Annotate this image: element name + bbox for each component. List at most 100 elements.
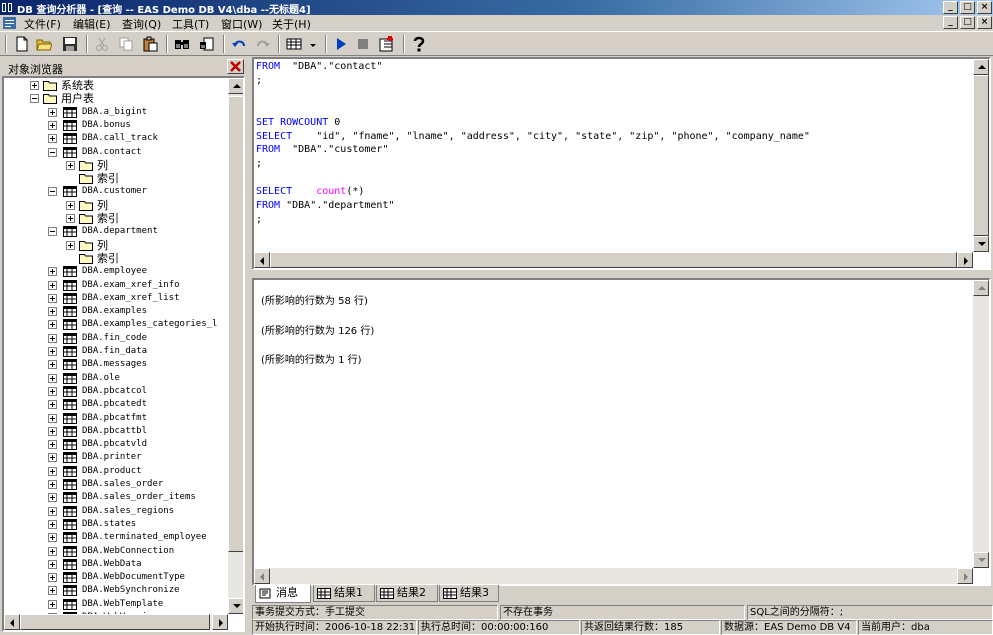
maximize-button[interactable]: □ bbox=[960, 1, 975, 14]
run-button[interactable] bbox=[331, 35, 351, 53]
copy-button[interactable] bbox=[116, 35, 136, 53]
expand-icon[interactable] bbox=[48, 320, 57, 330]
expand-icon[interactable] bbox=[48, 533, 57, 543]
redo-button[interactable] bbox=[253, 35, 273, 53]
expand-icon[interactable] bbox=[30, 81, 39, 90]
expand-icon[interactable] bbox=[48, 546, 57, 556]
child-minimize-button[interactable]: _ bbox=[943, 16, 958, 29]
editor-vertical-scrollbar[interactable] bbox=[973, 59, 989, 252]
menu-query[interactable]: 查询(Q) bbox=[122, 16, 161, 32]
find-button[interactable] bbox=[172, 35, 192, 53]
expand-icon[interactable] bbox=[66, 240, 75, 250]
scroll-thumb[interactable] bbox=[228, 96, 243, 552]
tab-result2[interactable]: 结果2 bbox=[376, 585, 438, 602]
expand-icon[interactable] bbox=[48, 586, 57, 596]
editor-horizontal-scrollbar[interactable] bbox=[254, 252, 973, 268]
scroll-right-button[interactable] bbox=[212, 614, 228, 630]
menu-bar: 文件(F) 编辑(E) 查询(Q) 工具(T) 窗口(W) 关于(H) _ □ … bbox=[0, 15, 993, 31]
expand-icon[interactable] bbox=[66, 200, 75, 210]
expand-icon[interactable] bbox=[48, 373, 57, 383]
expand-icon[interactable] bbox=[48, 480, 57, 489]
collapse-icon[interactable] bbox=[48, 227, 57, 237]
messages-horizontal-scrollbar[interactable] bbox=[254, 568, 973, 584]
tab-messages[interactable]: 消息 bbox=[255, 585, 311, 603]
save-button[interactable] bbox=[60, 35, 80, 53]
expand-icon[interactable] bbox=[48, 293, 57, 303]
expand-icon[interactable] bbox=[48, 120, 57, 130]
expand-icon[interactable] bbox=[48, 386, 57, 396]
stop-button[interactable] bbox=[353, 35, 373, 53]
new-button[interactable] bbox=[12, 35, 32, 53]
tree-horizontal-scrollbar[interactable] bbox=[4, 614, 228, 630]
scroll-down-button[interactable] bbox=[973, 552, 989, 568]
code-line: ; bbox=[256, 213, 262, 227]
expand-icon[interactable] bbox=[48, 599, 57, 609]
expand-icon[interactable] bbox=[48, 267, 57, 277]
results-grid-dropdown[interactable] bbox=[284, 35, 320, 53]
menu-window[interactable]: 窗口(W) bbox=[221, 16, 262, 32]
messages-pane[interactable]: (所影响的行数为 58 行) (所影响的行数为 126 行) (所影响的行数为 … bbox=[252, 278, 991, 586]
scroll-left-button[interactable] bbox=[4, 614, 20, 630]
expand-icon[interactable] bbox=[48, 453, 57, 463]
tab-result3[interactable]: 结果3 bbox=[439, 585, 499, 602]
expand-icon[interactable] bbox=[48, 559, 57, 569]
scroll-down-button[interactable] bbox=[228, 598, 243, 614]
menu-file[interactable]: 文件(F) bbox=[24, 16, 61, 32]
child-restore-button[interactable]: □ bbox=[960, 16, 975, 29]
expand-icon[interactable] bbox=[48, 493, 57, 503]
tree-vertical-scrollbar[interactable] bbox=[228, 78, 243, 614]
scroll-up-button[interactable] bbox=[228, 78, 243, 94]
document-icon[interactable] bbox=[3, 17, 16, 29]
undo-button[interactable] bbox=[229, 35, 249, 53]
expand-icon[interactable] bbox=[48, 400, 57, 410]
expand-icon[interactable] bbox=[48, 466, 57, 476]
expand-icon[interactable] bbox=[66, 160, 75, 170]
expand-icon[interactable] bbox=[48, 440, 57, 450]
minimize-button[interactable]: _ bbox=[943, 1, 958, 14]
cut-button[interactable] bbox=[92, 35, 112, 53]
help-button[interactable] bbox=[409, 35, 429, 53]
expand-icon[interactable] bbox=[48, 573, 57, 583]
menu-tools[interactable]: 工具(T) bbox=[172, 16, 209, 32]
expand-icon[interactable] bbox=[48, 360, 57, 370]
add-button[interactable] bbox=[377, 35, 397, 53]
object-browser-close-button[interactable] bbox=[227, 59, 244, 74]
expand-icon[interactable] bbox=[48, 347, 57, 356]
collapse-icon[interactable] bbox=[30, 94, 39, 104]
scroll-up-button[interactable] bbox=[973, 280, 989, 296]
scroll-left-button[interactable] bbox=[254, 252, 270, 268]
menu-edit[interactable]: 编辑(E) bbox=[73, 16, 111, 32]
expand-icon[interactable] bbox=[48, 519, 57, 529]
title-bar: DB 查询分析器 - [查询 -- EAS Demo DB V4\dba --无… bbox=[0, 0, 993, 16]
expand-icon[interactable] bbox=[48, 107, 57, 117]
code-line: FROM "DBA"."contact" bbox=[256, 60, 382, 74]
expand-icon[interactable] bbox=[48, 333, 57, 343]
expand-icon[interactable] bbox=[48, 426, 57, 436]
messages-vertical-scrollbar[interactable] bbox=[973, 280, 989, 568]
menu-about[interactable]: 关于(H) bbox=[272, 16, 311, 32]
scroll-thumb[interactable] bbox=[20, 614, 210, 630]
scroll-right-button[interactable] bbox=[957, 252, 973, 268]
scroll-thumb[interactable] bbox=[973, 75, 989, 236]
collapse-icon[interactable] bbox=[48, 187, 57, 197]
scroll-up-button[interactable] bbox=[973, 59, 989, 75]
paste-button[interactable] bbox=[140, 35, 160, 53]
scroll-thumb[interactable] bbox=[270, 252, 957, 268]
expand-icon[interactable] bbox=[48, 506, 57, 516]
collapse-icon[interactable] bbox=[48, 147, 57, 157]
expand-icon[interactable] bbox=[48, 280, 57, 290]
object-tree[interactable]: 系统表 用户表 DBA.a_bigint DBA.bonus DBA.call_trac… bbox=[2, 76, 245, 632]
scroll-right-button[interactable] bbox=[957, 568, 973, 584]
scroll-left-button[interactable] bbox=[254, 568, 270, 584]
expand-icon[interactable] bbox=[48, 307, 57, 317]
tab-result1[interactable]: 结果1 bbox=[313, 585, 375, 602]
expand-icon[interactable] bbox=[66, 214, 75, 223]
open-button[interactable] bbox=[34, 35, 54, 53]
close-button[interactable]: × bbox=[977, 1, 992, 14]
scroll-down-button[interactable] bbox=[973, 236, 989, 252]
sql-editor[interactable]: FROM "DBA"."contact"; SET ROWCOUNT 0 SELEC… bbox=[252, 57, 991, 270]
child-close-button[interactable]: × bbox=[977, 16, 992, 29]
replace-button[interactable] bbox=[197, 35, 217, 53]
expand-icon[interactable] bbox=[48, 134, 57, 144]
expand-icon[interactable] bbox=[48, 413, 57, 423]
